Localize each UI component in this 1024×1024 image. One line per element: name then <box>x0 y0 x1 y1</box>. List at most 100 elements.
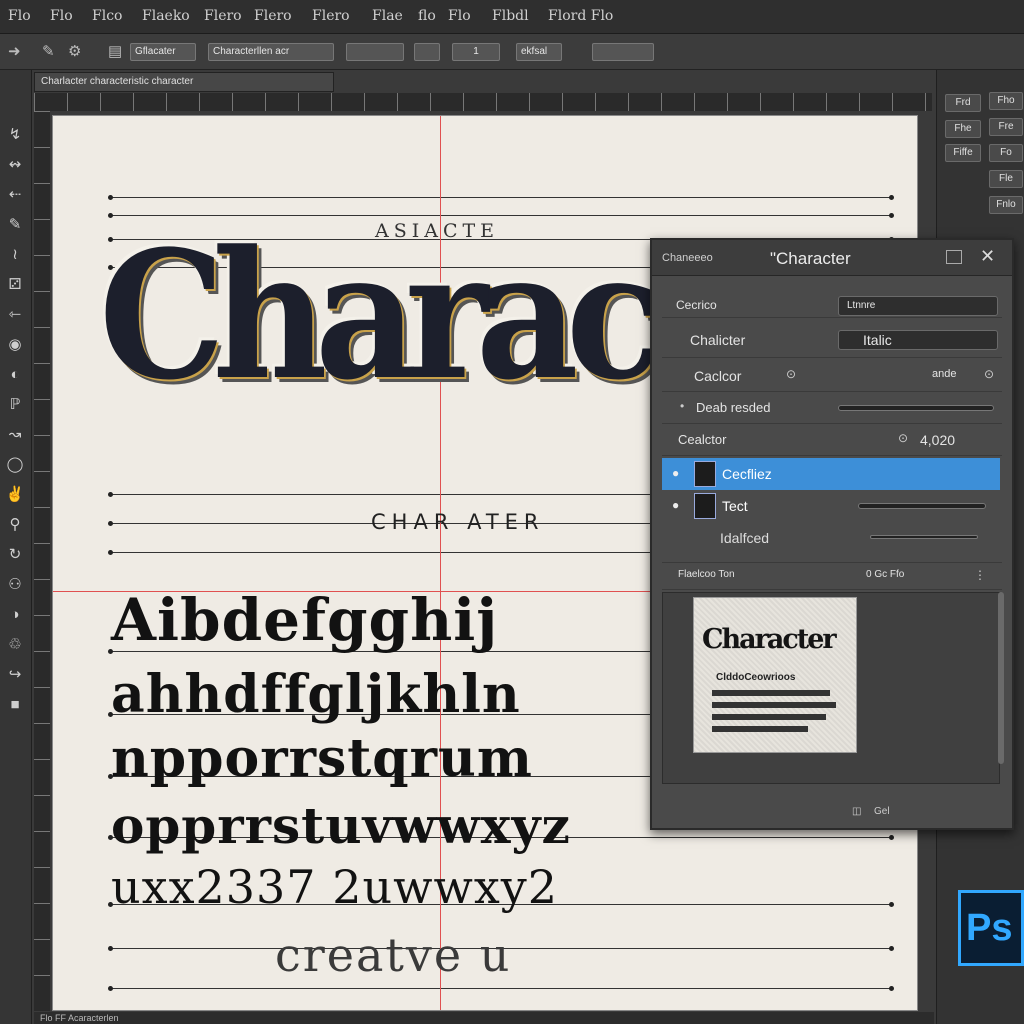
option-box-b[interactable] <box>414 43 440 61</box>
stepper-icon[interactable]: ⊙ <box>898 431 908 445</box>
lasso-tool-icon[interactable]: ↭ <box>4 154 26 176</box>
panel-titlebar[interactable]: Chaneeeo ʺCharacter ✕ <box>652 240 1012 276</box>
panel-row-3: Caclcor ⊙ ande ⊙ <box>662 362 1002 392</box>
preview-text-line <box>712 726 808 732</box>
layer-name: Cecfliez <box>722 466 772 482</box>
menu-item-12[interactable]: Flord Flo <box>548 8 613 24</box>
brush-tool-icon[interactable]: ⇠ <box>4 184 26 206</box>
tool-arrow-icon[interactable]: ➜ <box>8 42 21 60</box>
row-label: Cecrico <box>676 298 717 312</box>
menu-item-4[interactable]: Flaeko <box>142 8 190 24</box>
menu-item-5[interactable]: Flero <box>204 8 242 24</box>
preview-text-line <box>712 714 826 720</box>
dock-button-1[interactable]: Frd <box>945 94 981 112</box>
menu-item-2[interactable]: Flo <box>50 8 73 24</box>
menu-item-1[interactable]: Flo <box>8 8 31 24</box>
size-field[interactable]: 1 <box>452 43 500 61</box>
panel-row-1: Cecrico Ltnnre <box>662 284 1002 318</box>
path-tool-icon[interactable]: ↝ <box>4 424 26 446</box>
panel-scrollbar[interactable] <box>998 592 1004 764</box>
dock-button-3[interactable]: Fiffe <box>945 144 981 162</box>
clone-tool-icon[interactable]: ⚂ <box>4 274 26 296</box>
pen-tool-icon[interactable]: ✎ <box>4 214 26 236</box>
dock-button-6[interactable]: Fo <box>989 144 1023 162</box>
menu-item-7[interactable]: Flero <box>312 8 350 24</box>
layer-opacity-slider[interactable] <box>858 503 986 509</box>
option-box-a[interactable] <box>346 43 404 61</box>
layer-fill-slider[interactable] <box>870 535 978 539</box>
document-tab[interactable]: Charlacter characteristic character <box>34 72 334 92</box>
layer-row[interactable]: ● Tect <box>662 490 1000 522</box>
baseline-guide <box>108 986 894 991</box>
font-family-field[interactable]: Gflacater <box>130 43 196 61</box>
row-label: Deab resded <box>696 400 771 415</box>
move-tool-icon[interactable]: ↯ <box>4 124 26 146</box>
font-style-field[interactable]: Characterllen acr <box>208 43 334 61</box>
menu-icon[interactable]: ⋮ <box>974 568 986 582</box>
bullet-icon: • <box>680 399 685 413</box>
stepper-icon[interactable]: ⊙ <box>786 367 796 381</box>
footer-word: creatve u <box>275 928 512 982</box>
menu-item-8[interactable]: Flae <box>372 8 403 24</box>
minimize-icon[interactable] <box>946 250 962 264</box>
vertical-ruler <box>34 111 50 1011</box>
font-family-select[interactable]: Ltnnre <box>838 296 998 316</box>
preview-caption: ClddoCeowrioos <box>716 672 796 683</box>
visibility-icon[interactable]: ● <box>672 498 679 512</box>
menu-item-10[interactable]: Flo <box>448 8 471 24</box>
color-swatch-icon[interactable]: ■ <box>4 694 26 716</box>
row-label: Caclcor <box>694 368 742 384</box>
note-tool-icon[interactable]: ⚇ <box>4 574 26 596</box>
eraser-tool-icon[interactable]: ⇽ <box>4 304 26 326</box>
alphabet-line-1: Aibdefgghij <box>111 586 499 654</box>
gradient-tool-icon[interactable]: ◑ <box>4 604 26 626</box>
option-box-c[interactable] <box>592 43 654 61</box>
menu-item-9[interactable]: flo <box>418 8 436 24</box>
panel-row-5: Cealctor ⊙ 4,020 <box>662 426 1002 456</box>
stepper-icon[interactable]: ⊙ <box>984 367 994 381</box>
menu-item-6[interactable]: Flero <box>254 8 292 24</box>
dock-button-8[interactable]: Fnlo <box>989 196 1023 214</box>
curve-tool-icon[interactable]: ≀ <box>4 244 26 266</box>
pen-icon[interactable]: ✎ <box>42 42 55 60</box>
row-label: Cealctor <box>678 432 727 447</box>
preview-title: Character <box>702 624 837 655</box>
status-bar: Flo FF Acaracterlen <box>34 1012 934 1024</box>
zoom-tool-icon[interactable]: ⚲ <box>4 514 26 536</box>
layer-row[interactable]: Idalfced <box>662 522 1000 554</box>
blur-tool-icon[interactable]: ◉ <box>4 334 26 356</box>
text-tool-icon[interactable]: ℙ <box>4 394 26 416</box>
alphabet-line-2: ahhdffgljkhln <box>111 664 521 725</box>
preview-area: Character ClddoCeowrioos <box>662 592 1000 784</box>
hand-tool-icon[interactable]: ✌ <box>4 484 26 506</box>
tracking-slider[interactable] <box>838 405 994 411</box>
menu-item-3[interactable]: Flco <box>92 8 122 24</box>
shape-tool-icon[interactable]: ◯ <box>4 454 26 476</box>
rotate-tool-icon[interactable]: ↻ <box>4 544 26 566</box>
layer-name: Tect <box>722 498 748 514</box>
close-icon[interactable]: ✕ <box>980 246 995 267</box>
font-style-select[interactable]: Italic <box>838 330 998 350</box>
section-label: Flaelcoo Ton <box>678 569 735 580</box>
font-preview-image: Character ClddoCeowrioos <box>693 597 857 753</box>
bucket-tool-icon[interactable]: ♲ <box>4 634 26 656</box>
leading-value[interactable]: 4,020 <box>920 432 955 448</box>
layer-row[interactable]: ● Cecfliez <box>662 458 1000 490</box>
options-bar: ➜ ✎ ⚙ ▤ Gflacater Characterllen acr 1 ek… <box>0 34 1024 70</box>
layer-name: Idalfced <box>720 530 770 546</box>
menu-item-11[interactable]: Flbdl <box>492 8 529 24</box>
dodge-tool-icon[interactable]: ◐ <box>4 364 26 386</box>
panel-tab[interactable]: Chaneeeo <box>662 252 713 264</box>
dock-button-2[interactable]: Fhe <box>945 120 981 138</box>
alignment-field[interactable]: ekfsal <box>516 43 562 61</box>
dock-button-5[interactable]: Fre <box>989 118 1023 136</box>
dock-button-7[interactable]: Fle <box>989 170 1023 188</box>
eyedropper-tool-icon[interactable]: ↪ <box>4 664 26 686</box>
preview-text-line <box>712 702 836 708</box>
panel-footer-icon[interactable]: ◫ <box>852 806 861 817</box>
settings-icon[interactable]: ⚙ <box>68 42 81 60</box>
visibility-icon[interactable]: ● <box>672 466 679 480</box>
alphabet-line-5: uxx2337 2uwwxy2 <box>111 860 559 914</box>
dock-button-4[interactable]: Fho <box>989 92 1023 110</box>
save-icon[interactable]: ▤ <box>108 42 122 60</box>
